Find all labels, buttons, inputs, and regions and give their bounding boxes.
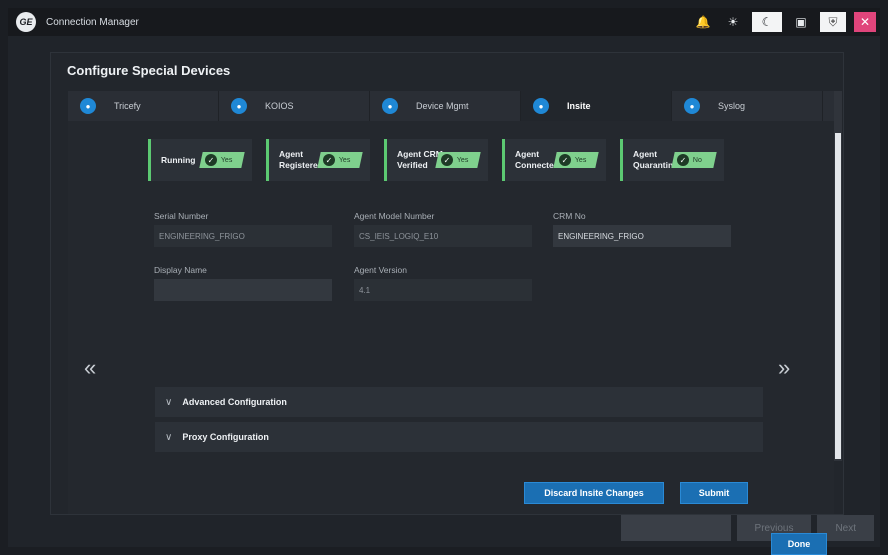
syslog-icon: ● [684,98,700,114]
crm-no-label: CRM No [553,211,586,221]
status-badge: ✓ Yes [317,152,363,168]
tricefy-icon: ● [80,98,96,114]
proxy-configuration-section[interactable]: ∨ Proxy Configuration [155,422,763,452]
shield-icon[interactable]: ⛨ [820,12,846,32]
agent-model-number-label: Agent Model Number [354,211,435,221]
status-badge: ✓ Yes [553,152,599,168]
previous-arrow-icon[interactable]: « [84,355,96,381]
device-tabs: ● Tricefy ● KOIOS ● Device Mgmt ● Insite… [68,91,835,121]
status-value: No [693,156,702,164]
tab-syslog[interactable]: ● Syslog [672,91,823,121]
agent-version-field: 4.1 [354,279,532,301]
status-badge: ✓ Yes [199,152,245,168]
check-icon: ✓ [441,154,453,166]
status-indicators: Running ✓ Yes Agent Registered ✓ Yes Age… [148,139,724,181]
advanced-configuration-section[interactable]: ∨ Advanced Configuration [155,387,763,417]
agent-version-label: Agent Version [354,265,407,275]
device-mgmt-icon: ● [382,98,398,114]
next-arrow-icon[interactable]: » [778,355,790,381]
tab-insite[interactable]: ● Insite [521,91,672,121]
tab-tricefy[interactable]: ● Tricefy [68,91,219,121]
check-icon: ✓ [205,154,217,166]
status-badge: ✓ Yes [435,152,481,168]
status-value: Yes [221,156,233,164]
tab-koios[interactable]: ● KOIOS [219,91,370,121]
background-footer: Previous Next [620,515,874,541]
modal-title: Configure Special Devices [67,63,231,78]
submit-button[interactable]: Submit [680,482,748,504]
title-bar-controls: 🔔 ☀ ☾ ▣ ⛨ ✕ [692,12,876,32]
vertical-scrollbar[interactable] [834,91,842,461]
scrollbar-thumb[interactable] [835,133,841,459]
close-icon[interactable]: ✕ [854,12,876,32]
status-agent-connected: Agent Connected ✓ Yes [502,139,606,181]
check-icon: ✓ [323,154,335,166]
status-agent-registered: Agent Registered ✓ Yes [266,139,370,181]
status-agent-crm-verified: Agent CRM Verified ✓ Yes [384,139,488,181]
status-value: Yes [339,156,351,164]
section-label: Advanced Configuration [182,397,287,407]
check-icon: ✓ [677,154,689,166]
koios-icon: ● [231,98,247,114]
status-agent-quarantine: Agent Quarantine ✓ No [620,139,724,181]
chevron-down-icon: ∨ [165,396,173,408]
configure-special-devices-modal: Configure Special Devices ● Tricefy ● KO… [50,52,844,555]
tab-label: Syslog [718,101,746,111]
serial-number-label: Serial Number [154,211,209,221]
background-disabled-button [620,515,731,541]
status-value: Yes [457,156,469,164]
ge-logo: GE [16,12,36,32]
moon-icon[interactable]: ☾ [752,12,782,32]
status-value: Yes [575,156,587,164]
agent-model-number-field: CS_IEIS_LOGIQ_E10 [354,225,532,247]
display-name-field[interactable] [154,279,332,301]
tab-device-mgmt[interactable]: ● Device Mgmt [370,91,521,121]
app-title: Connection Manager [46,16,139,28]
bell-icon[interactable]: 🔔 [692,12,714,32]
status-badge: ✓ No [671,152,717,168]
crm-no-field[interactable]: ENGINEERING_FRIGO [553,225,731,247]
user-icon: ● [533,98,549,114]
tab-label: Device Mgmt [416,101,469,111]
chevron-down-icon: ∨ [165,431,173,443]
title-bar: GE Connection Manager 🔔 ☀ ☾ ▣ ⛨ ✕ [8,8,880,36]
discard-insite-changes-button[interactable]: Discard Insite Changes [524,482,664,504]
tab-label: Tricefy [114,101,141,111]
display-name-label: Display Name [154,265,207,275]
section-label: Proxy Configuration [182,432,269,442]
monitor-icon[interactable]: ▣ [790,12,812,32]
done-button[interactable]: Done [771,533,827,555]
check-icon: ✓ [559,154,571,166]
app-window: GE Connection Manager 🔔 ☀ ☾ ▣ ⛨ ✕ Previo… [0,0,888,555]
sun-icon[interactable]: ☀ [722,12,744,32]
status-running: Running ✓ Yes [148,139,252,181]
insite-panel: Running ✓ Yes Agent Registered ✓ Yes Age… [68,121,834,555]
tab-label: KOIOS [265,101,294,111]
serial-number-field: ENGINEERING_FRIGO [154,225,332,247]
tab-label: Insite [567,101,591,111]
